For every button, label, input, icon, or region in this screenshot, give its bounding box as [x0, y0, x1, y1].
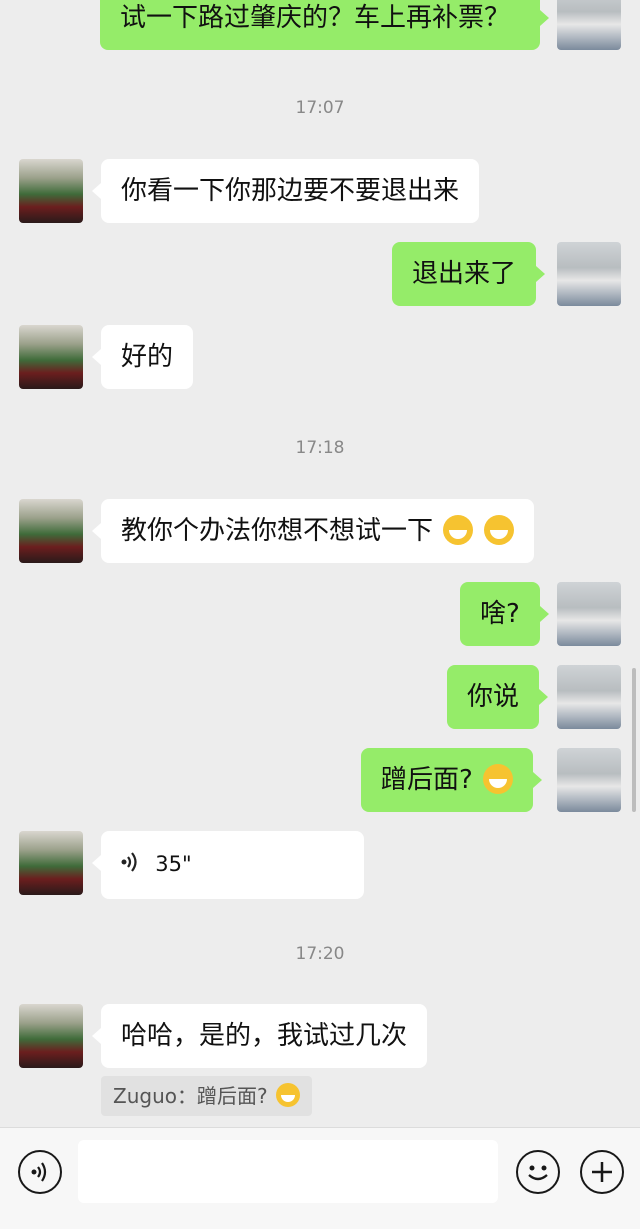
plus-icon[interactable] [580, 1150, 624, 1194]
avatar-contact[interactable] [19, 325, 83, 389]
message-bubble-in[interactable]: 你看一下你那边要不要退出来 [91, 159, 480, 223]
message-text: 啥? [480, 599, 520, 629]
timestamp: 17:20 [295, 944, 345, 964]
voice-icon[interactable] [18, 1150, 62, 1194]
message-bubble-out[interactable]: 啥? [460, 582, 549, 646]
message-text: 教你个办法你想不想试一下 [121, 516, 434, 546]
message-bubble-in[interactable]: 好的 [91, 325, 194, 389]
message-text: 退出来了 [412, 259, 517, 289]
avatar-self[interactable] [557, 582, 621, 646]
laughing-emoji [483, 515, 514, 545]
timestamp: 17:07 [295, 98, 345, 118]
avatar-contact[interactable] [19, 159, 83, 223]
quote-text: Zuguo：蹭后面? [113, 1084, 268, 1108]
message-bubble-out[interactable]: 你说 [447, 665, 549, 729]
laughing-emoji [443, 515, 474, 545]
voice-wave-icon [121, 835, 141, 899]
grinning-emoji [483, 764, 514, 794]
avatar-self[interactable] [557, 665, 621, 729]
avatar-self[interactable] [557, 0, 621, 50]
message-text: 你看一下你那边要不要退出来 [121, 176, 460, 206]
emoji-icon[interactable] [516, 1150, 560, 1194]
message-bubble-in[interactable]: 哈哈，是的，我试过几次 [91, 1004, 428, 1068]
message-text: 哈哈，是的，我试过几次 [121, 1021, 408, 1051]
timestamp: 17:18 [295, 438, 345, 458]
message-text: 蹭后面? [381, 765, 473, 795]
message-text: 你说 [467, 682, 520, 712]
quoted-message[interactable]: Zuguo：蹭后面? [101, 1076, 312, 1116]
avatar-contact[interactable] [19, 1004, 83, 1068]
avatar-self[interactable] [557, 242, 621, 306]
grinning-emoji [275, 1083, 300, 1107]
message-bubble-out[interactable]: 试一下路过肇庆的？车上再补票？ [100, 0, 549, 50]
voice-duration: 35" [155, 852, 192, 876]
message-text: 试一下路过肇庆的？车上再补票？ [120, 3, 511, 33]
avatar-contact[interactable] [19, 831, 83, 895]
scrollbar[interactable] [632, 668, 636, 812]
message-bubble-in[interactable]: 教你个办法你想不想试一下 [92, 499, 534, 563]
message-input[interactable] [78, 1140, 498, 1203]
input-bar [0, 1127, 640, 1229]
voice-message[interactable]: 35" [92, 831, 364, 899]
message-bubble-out[interactable]: 退出来了 [392, 242, 546, 306]
avatar-contact[interactable] [19, 499, 83, 563]
avatar-self[interactable] [557, 748, 621, 812]
message-bubble-out[interactable]: 蹭后面? [361, 748, 543, 812]
message-text: 好的 [121, 342, 174, 372]
